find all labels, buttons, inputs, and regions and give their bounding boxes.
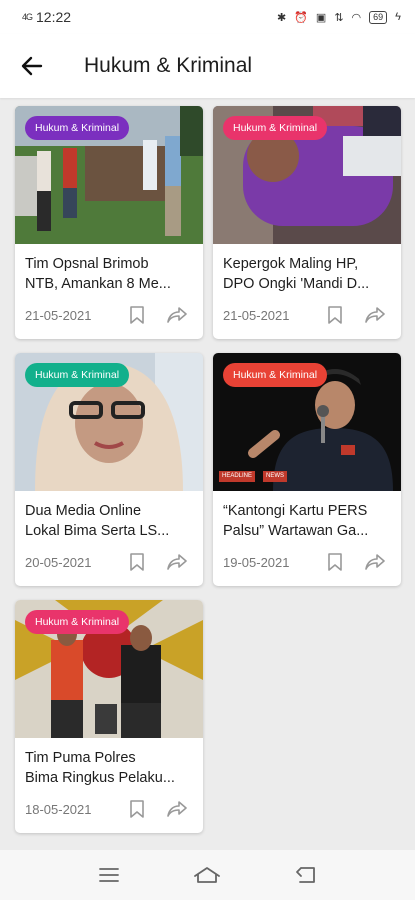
article-thumbnail: Hukum & Kriminal [15,600,203,738]
data-icon: ⇅ [334,11,344,24]
article-title: Tim Opsnal Brimob NTB, Amankan 8 Me... [25,254,197,294]
bookmark-icon[interactable] [129,799,145,819]
bookmark-icon[interactable] [129,305,145,325]
category-badge: Hukum & Kriminal [25,363,130,387]
article-title-line: Tim Puma Polres [25,750,136,766]
article-date: 19-05-2021 [223,555,290,570]
battery-icon: 69 [369,10,388,24]
article-title-line: Palsu” Wartawan Ga... [223,523,369,539]
article-card[interactable]: Hukum & Kriminal Tim Opsnal Brimob NTB, … [15,106,203,339]
app-bar: Hukum & Kriminal [0,34,415,98]
article-title-line: NTB, Amankan 8 Me... [25,276,171,292]
share-icon[interactable] [167,800,187,818]
back-button[interactable] [0,34,64,98]
article-date: 21-05-2021 [223,308,290,323]
news-tag: NEWS [263,471,287,482]
bookmark-icon[interactable] [129,552,145,572]
charging-icon: ϟ [395,11,401,23]
category-badge: Hukum & Kriminal [223,116,328,140]
article-thumbnail: Hukum & Kriminal [15,353,203,491]
menu-nav-button[interactable] [89,855,129,895]
article-title: Tim Puma Polres Bima Ringkus Pelaku... [25,748,197,788]
page-title: Hukum & Kriminal [84,54,253,77]
share-icon[interactable] [365,553,385,571]
share-icon[interactable] [167,553,187,571]
article-title-line: Tim Opsnal Brimob [25,256,149,272]
article-title-line: Bima Ringkus Pelaku... [25,770,175,786]
alarm-icon: ⏰ [294,11,308,24]
article-card[interactable]: Hukum & Kriminal Tim Puma Polres Bima Ri… [15,600,203,833]
category-badge: Hukum & Kriminal [223,363,328,387]
menu-icon [99,868,120,882]
category-badge: Hukum & Kriminal [25,610,130,634]
article-title: “Kantongi Kartu PERS Palsu” Wartawan Ga.… [223,501,395,541]
article-title: Kepergok Maling HP, DPO Ongki 'Mandi D..… [223,254,395,294]
article-title-line: Kepergok Maling HP, [223,256,359,272]
article-thumbnail: Hukum & Kriminal HEADLINE NEWS [213,353,401,491]
article-thumbnail: Hukum & Kriminal [213,106,401,244]
bookmark-icon[interactable] [327,305,343,325]
article-title-line: Lokal Bima Serta LS... [25,523,170,539]
status-time: 12:22 [36,9,72,25]
bookmark-icon[interactable] [327,552,343,572]
wifi-icon: ◠ [351,11,362,24]
bluetooth-icon: ✱ [277,11,287,24]
article-thumbnail: Hukum & Kriminal [15,106,203,244]
back-nav-icon [295,867,315,883]
system-nav-bar [0,850,415,900]
share-icon[interactable] [167,306,187,324]
home-nav-button[interactable] [187,855,227,895]
back-nav-button[interactable] [286,855,326,895]
category-badge: Hukum & Kriminal [25,116,130,140]
article-title-line: Dua Media Online [25,503,142,519]
article-date: 18-05-2021 [25,802,92,817]
article-date: 20-05-2021 [25,555,92,570]
share-icon[interactable] [365,306,385,324]
vibrate-icon: ▣ [315,11,327,24]
article-grid: Hukum & Kriminal Tim Opsnal Brimob NTB, … [0,98,415,850]
article-title-line: “Kantongi Kartu PERS [223,503,368,519]
article-title-line: DPO Ongki 'Mandi D... [223,276,370,292]
article-card[interactable]: Hukum & Kriminal HEADLINE NEWS “Kantongi… [213,353,401,586]
arrow-left-icon [21,56,43,76]
article-card[interactable]: Hukum & Kriminal Kepergok Maling HP, DPO… [213,106,401,339]
status-bar: 4G 12:22 ✱ ⏰ ▣ ⇅ ◠ 69 ϟ [0,0,415,34]
home-icon [194,867,221,883]
article-card[interactable]: Hukum & Kriminal Dua Media Online Lokal … [15,353,203,586]
headline-tag: HEADLINE [219,471,256,482]
article-date: 21-05-2021 [25,308,92,323]
article-title: Dua Media Online Lokal Bima Serta LS... [25,501,197,541]
signal-icon: 4G [22,12,33,22]
